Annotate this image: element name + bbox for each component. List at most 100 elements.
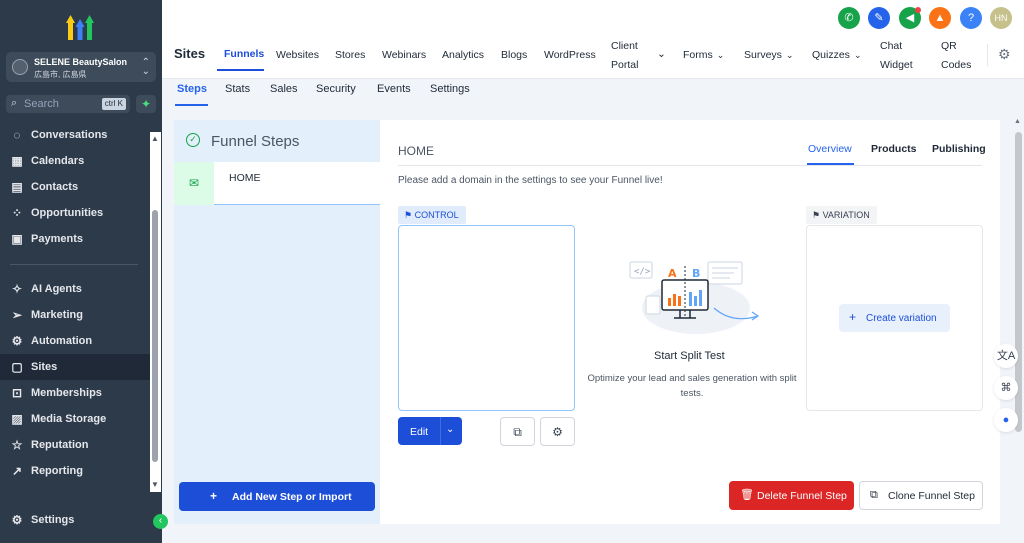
edit-label: Edit: [410, 426, 429, 438]
delete-funnel-step-button[interactable]: 🗑 Delete Funnel Step: [729, 481, 854, 510]
tab-chat-widget-line2[interactable]: Widget: [880, 59, 913, 71]
sidebar-divider: [10, 264, 138, 265]
search-icon: ⌕: [11, 97, 18, 109]
calendar-icon: ▦: [11, 154, 23, 168]
notification-dot: [915, 7, 921, 13]
account-name: SELENE BeautySalon: [34, 57, 128, 67]
help-icon[interactable]: ?: [960, 7, 982, 29]
control-label: CONTROL: [414, 210, 459, 220]
sidebar-item-contacts[interactable]: ▤ Contacts: [0, 174, 150, 200]
create-variation-button[interactable]: + Create variation: [839, 304, 950, 332]
tab-forms[interactable]: Forms ⌄: [683, 49, 724, 61]
location-avatar: [12, 59, 28, 75]
domain-notice: Please add a domain in the settings to s…: [398, 175, 663, 186]
subtab-security[interactable]: Security: [316, 83, 356, 95]
tab-publishing[interactable]: Publishing: [932, 143, 986, 155]
tab-analytics[interactable]: Analytics: [442, 49, 484, 61]
gear-icon[interactable]: ⚙: [998, 46, 1011, 63]
search-input[interactable]: ⌕ Search ctrl K: [6, 95, 130, 113]
sidebar-item-reporting[interactable]: ↗ Reporting: [0, 458, 150, 484]
delete-label: Delete Funnel Step: [757, 490, 847, 502]
scroll-down-arrow-icon[interactable]: ▼: [151, 480, 159, 489]
chevron-down-icon[interactable]: ⌄: [446, 424, 454, 435]
sidebar-item-marketing[interactable]: ➢ Marketing: [0, 302, 150, 328]
subtab-events[interactable]: Events: [377, 83, 411, 95]
account-switcher[interactable]: SELENE BeautySalon 広島市, 広島県 ⌃ ⌄: [6, 52, 156, 82]
sidebar: SELENE BeautySalon 広島市, 広島県 ⌃ ⌄ ⌕ Search …: [0, 0, 162, 543]
open-external-icon[interactable]: ⧉: [500, 417, 535, 446]
subtab-sales[interactable]: Sales: [270, 83, 298, 95]
tab-products[interactable]: Products: [871, 143, 917, 155]
subtab-steps[interactable]: Steps: [177, 83, 207, 95]
add-new-step-button[interactable]: + Add New Step or Import: [179, 482, 375, 511]
sidebar-item-conversations[interactable]: ◌ Conversations: [0, 122, 150, 148]
sidebar-item-label: Sites: [31, 361, 58, 373]
tab-stores[interactable]: Stores: [335, 49, 365, 61]
subtab-stats[interactable]: Stats: [225, 83, 250, 95]
tab-chat-widget-line1[interactable]: Chat: [880, 40, 902, 52]
sidebar-item-settings[interactable]: ⚙ Settings: [0, 507, 150, 533]
tab-websites[interactable]: Websites: [276, 49, 319, 61]
sidebar-item-label: Reputation: [31, 439, 89, 451]
tab-qr-codes-line2[interactable]: Codes: [941, 59, 971, 71]
tab-client-portal-line2[interactable]: Portal: [611, 59, 638, 71]
tab-quizzes-label: Quizzes: [812, 49, 850, 61]
opportunities-icon: ⁘: [11, 206, 23, 220]
sidebar-item-sites[interactable]: ▢ Sites: [0, 354, 150, 380]
check-circle-icon: ✓: [186, 133, 200, 147]
scroll-up-arrow-icon[interactable]: ▲: [151, 134, 159, 143]
sidebar-item-opportunities[interactable]: ⁘ Opportunities: [0, 200, 150, 226]
sidebar-item-label: Automation: [31, 335, 93, 347]
scroll-up-arrow-icon[interactable]: ▲: [1014, 118, 1021, 125]
gear-icon[interactable]: ⚙: [540, 417, 575, 446]
sidebar-item-reputation[interactable]: ☆ Reputation: [0, 432, 150, 458]
funnel-steps-panel: ✓ Funnel Steps ✉ HOME: [174, 120, 380, 524]
variation-label: VARIATION: [822, 210, 870, 220]
sidebar-item-memberships[interactable]: ⊡ Memberships: [0, 380, 150, 406]
tab-overview[interactable]: Overview: [808, 143, 852, 155]
edit-button[interactable]: Edit ⌄: [398, 417, 462, 445]
command-icon[interactable]: ⌘: [994, 376, 1018, 400]
control-preview[interactable]: [398, 225, 575, 411]
sidebar-item-ai-agents[interactable]: ✧ AI Agents: [0, 276, 150, 302]
chart-icon: ↗: [11, 464, 23, 478]
sidebar-item-label: Memberships: [31, 387, 102, 399]
tab-client-portal-line1[interactable]: Client: [611, 40, 638, 52]
megaphone-icon[interactable]: ◀: [899, 7, 921, 29]
collapse-sidebar-button[interactable]: ‹: [153, 514, 168, 529]
tab-qr-codes-line1[interactable]: QR: [941, 40, 957, 52]
app-logo[interactable]: [64, 12, 96, 40]
assistant-bot-icon[interactable]: ●: [994, 408, 1018, 432]
clone-funnel-step-button[interactable]: ⧉ Clone Funnel Step: [859, 481, 983, 510]
tab-webinars[interactable]: Webinars: [382, 49, 426, 61]
sidebar-item-automation[interactable]: ⚙ Automation: [0, 328, 150, 354]
tab-surveys[interactable]: Surveys ⌄: [744, 49, 793, 61]
ai-sparkle-icon[interactable]: ✦: [136, 95, 156, 113]
active-subtab-indicator: [175, 104, 208, 106]
step-name: HOME: [229, 172, 261, 184]
sites-icon: ▢: [11, 360, 23, 374]
tab-blogs[interactable]: Blogs: [501, 49, 527, 61]
sidebar-item-media-storage[interactable]: ▨ Media Storage: [0, 406, 150, 432]
sidebar-scroll-thumb[interactable]: [152, 210, 158, 462]
chevron-updown-icon: ⌃ ⌄: [141, 57, 150, 77]
phone-icon[interactable]: ✆: [838, 7, 860, 29]
bell-icon[interactable]: ▲: [929, 7, 951, 29]
active-tab-indicator: [807, 163, 854, 165]
ticket-icon[interactable]: ✎: [868, 7, 890, 29]
subtab-settings[interactable]: Settings: [430, 83, 470, 95]
translate-icon[interactable]: 文A: [994, 344, 1018, 368]
tab-wordpress[interactable]: WordPress: [544, 49, 596, 61]
funnel-step-item[interactable]: ✉ HOME: [174, 162, 380, 205]
svg-text:</>: </>: [634, 267, 651, 277]
tab-funnels[interactable]: Funnels: [224, 48, 264, 60]
topbar-divider: [987, 44, 988, 66]
sidebar-item-calendars[interactable]: ▦ Calendars: [0, 148, 150, 174]
sidebar-item-payments[interactable]: ▣ Payments: [0, 226, 150, 252]
sidebar-item-label: Contacts: [31, 181, 79, 193]
tab-quizzes[interactable]: Quizzes ⌄: [812, 49, 861, 61]
funnel-steps-header: ✓ Funnel Steps: [174, 120, 380, 162]
client-portal-chevron-down-icon[interactable]: ⌄: [657, 48, 666, 60]
payments-icon: ▣: [11, 232, 23, 246]
user-avatar[interactable]: HN: [990, 7, 1012, 29]
